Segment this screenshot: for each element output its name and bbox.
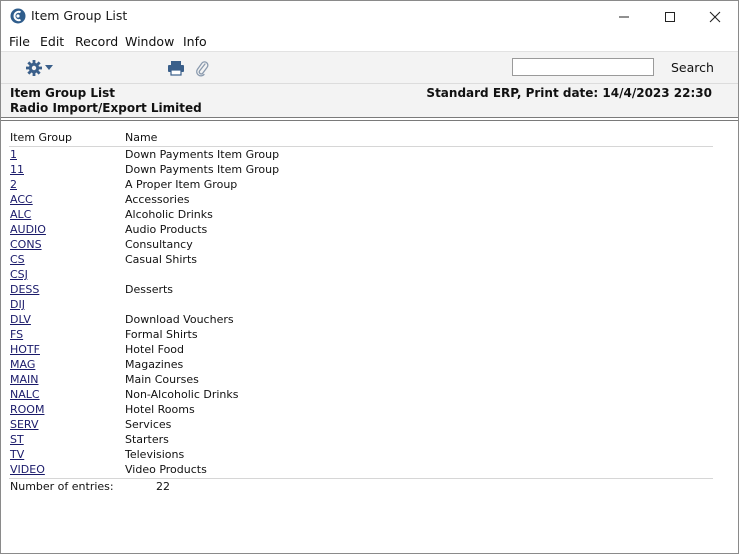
- minimize-button[interactable]: [601, 1, 647, 32]
- table-row: HOTF Hotel Food: [1, 342, 738, 357]
- table-row: FS Formal Shirts: [1, 327, 738, 342]
- header-divider: [1, 117, 738, 118]
- menu-file[interactable]: File: [9, 34, 30, 49]
- item-group-name: Casual Shirts: [125, 253, 197, 266]
- report-title: Item Group List: [10, 86, 115, 100]
- item-group-code-link[interactable]: ACC: [10, 193, 33, 206]
- table-row: ROOM Hotel Rooms: [1, 402, 738, 417]
- item-group-code-link[interactable]: ST: [10, 433, 24, 446]
- item-group-name: Main Courses: [125, 373, 199, 386]
- item-group-code-link[interactable]: MAIN: [10, 373, 39, 386]
- item-group-code-link[interactable]: CSJ: [10, 268, 28, 281]
- item-group-table: 1 Down Payments Item Group 11 Down Payments…: [1, 147, 738, 477]
- column-header-item-group: Item Group: [10, 131, 73, 144]
- menu-edit[interactable]: Edit: [40, 34, 64, 49]
- item-group-name: Desserts: [125, 283, 174, 296]
- table-row: 1 Down Payments Item Group: [1, 147, 738, 162]
- menu-bar: File Edit Record Window Info: [1, 32, 738, 51]
- item-group-code-link[interactable]: NALC: [10, 388, 40, 401]
- item-group-code-link[interactable]: ROOM: [10, 403, 44, 416]
- item-group-name: Hotel Food: [125, 343, 185, 356]
- item-group-code-link[interactable]: CS: [10, 253, 25, 266]
- item-group-name: Televisions: [125, 448, 185, 461]
- footer-divider: [9, 478, 713, 479]
- item-group-name: Download Vouchers: [125, 313, 234, 326]
- menu-record[interactable]: Record: [75, 34, 118, 49]
- item-group-code-link[interactable]: DESS: [10, 283, 39, 296]
- table-row: CS Casual Shirts: [1, 252, 738, 267]
- close-button[interactable]: [692, 1, 738, 32]
- table-row: 11 Down Payments Item Group: [1, 162, 738, 177]
- item-group-code-link[interactable]: HOTF: [10, 343, 40, 356]
- item-group-code-link[interactable]: MAG: [10, 358, 35, 371]
- item-group-code-link[interactable]: 11: [10, 163, 24, 176]
- item-group-name: Alcoholic Drinks: [125, 208, 213, 221]
- report-window: Item Group List File Edit Record Window …: [0, 0, 739, 554]
- app-logo-icon: [10, 8, 26, 24]
- search-button[interactable]: Search: [671, 60, 714, 75]
- item-group-name: Starters: [125, 433, 169, 446]
- table-row: NALC Non-Alcoholic Drinks: [1, 387, 738, 402]
- item-group-name: Down Payments Item Group: [125, 148, 280, 161]
- report-body: Item Group Name 1 Down Payments Item Grou…: [1, 121, 738, 553]
- item-group-name: Services: [125, 418, 172, 431]
- table-row: SERV Services: [1, 417, 738, 432]
- report-header: Item Group List Radio Import/Export Limi…: [1, 83, 738, 118]
- item-group-name: A Proper Item Group: [125, 178, 238, 191]
- item-group-name: Audio Products: [125, 223, 208, 236]
- maximize-button[interactable]: [647, 1, 693, 32]
- entry-count-value: 22: [156, 480, 170, 493]
- company-name: Radio Import/Export Limited: [10, 101, 202, 115]
- item-group-code-link[interactable]: 2: [10, 178, 17, 191]
- table-row: DESS Desserts: [1, 282, 738, 297]
- table-row: CSJ: [1, 267, 738, 282]
- minimize-icon: [619, 16, 629, 17]
- window-title: Item Group List: [31, 8, 128, 23]
- item-group-name: Down Payments Item Group: [125, 163, 280, 176]
- item-group-name: Non-Alcoholic Drinks: [125, 388, 239, 401]
- item-group-code-link[interactable]: DLV: [10, 313, 31, 326]
- table-row: AUDIO Audio Products: [1, 222, 738, 237]
- item-group-code-link[interactable]: DIJ: [10, 298, 25, 311]
- table-row: TV Televisions: [1, 447, 738, 462]
- search-input[interactable]: [512, 58, 654, 76]
- gear-icon[interactable]: [25, 59, 43, 77]
- item-group-code-link[interactable]: TV: [10, 448, 24, 461]
- item-group-code-link[interactable]: 1: [10, 148, 17, 161]
- printer-icon[interactable]: [167, 60, 185, 76]
- item-group-code-link[interactable]: ALC: [10, 208, 31, 221]
- item-group-name: Hotel Rooms: [125, 403, 195, 416]
- item-group-name: Magazines: [125, 358, 184, 371]
- item-group-code-link[interactable]: AUDIO: [10, 223, 46, 236]
- item-group-code-link[interactable]: CONS: [10, 238, 42, 251]
- table-row: ACC Accessories: [1, 192, 738, 207]
- menu-info[interactable]: Info: [183, 34, 207, 49]
- column-header-name: Name: [125, 131, 158, 144]
- title-bar[interactable]: Item Group List: [1, 1, 738, 32]
- item-group-name: Formal Shirts: [125, 328, 198, 341]
- table-row: 2 A Proper Item Group: [1, 177, 738, 192]
- table-row: CONS Consultancy: [1, 237, 738, 252]
- table-row: MAIN Main Courses: [1, 372, 738, 387]
- table-row: ALC Alcoholic Drinks: [1, 207, 738, 222]
- item-group-code-link[interactable]: SERV: [10, 418, 39, 431]
- toolbar: Search: [1, 51, 738, 84]
- paperclip-icon[interactable]: [195, 59, 209, 77]
- item-group-name: Consultancy: [125, 238, 193, 251]
- entry-count-label: Number of entries:: [10, 480, 114, 493]
- item-group-name: Video Products: [125, 463, 207, 476]
- item-group-name: Accessories: [125, 193, 190, 206]
- table-row: DLV Download Vouchers: [1, 312, 738, 327]
- item-group-code-link[interactable]: VIDEO: [10, 463, 45, 476]
- table-row: ST Starters: [1, 432, 738, 447]
- table-row: MAG Magazines: [1, 357, 738, 372]
- table-row: DIJ: [1, 297, 738, 312]
- menu-window[interactable]: Window: [125, 34, 174, 49]
- print-info: Standard ERP, Print date: 14/4/2023 22:3…: [426, 86, 712, 100]
- chevron-down-icon[interactable]: [45, 65, 53, 71]
- table-row: VIDEO Video Products: [1, 462, 738, 477]
- item-group-code-link[interactable]: FS: [10, 328, 23, 341]
- close-icon: [709, 11, 721, 22]
- maximize-icon: [665, 11, 675, 22]
